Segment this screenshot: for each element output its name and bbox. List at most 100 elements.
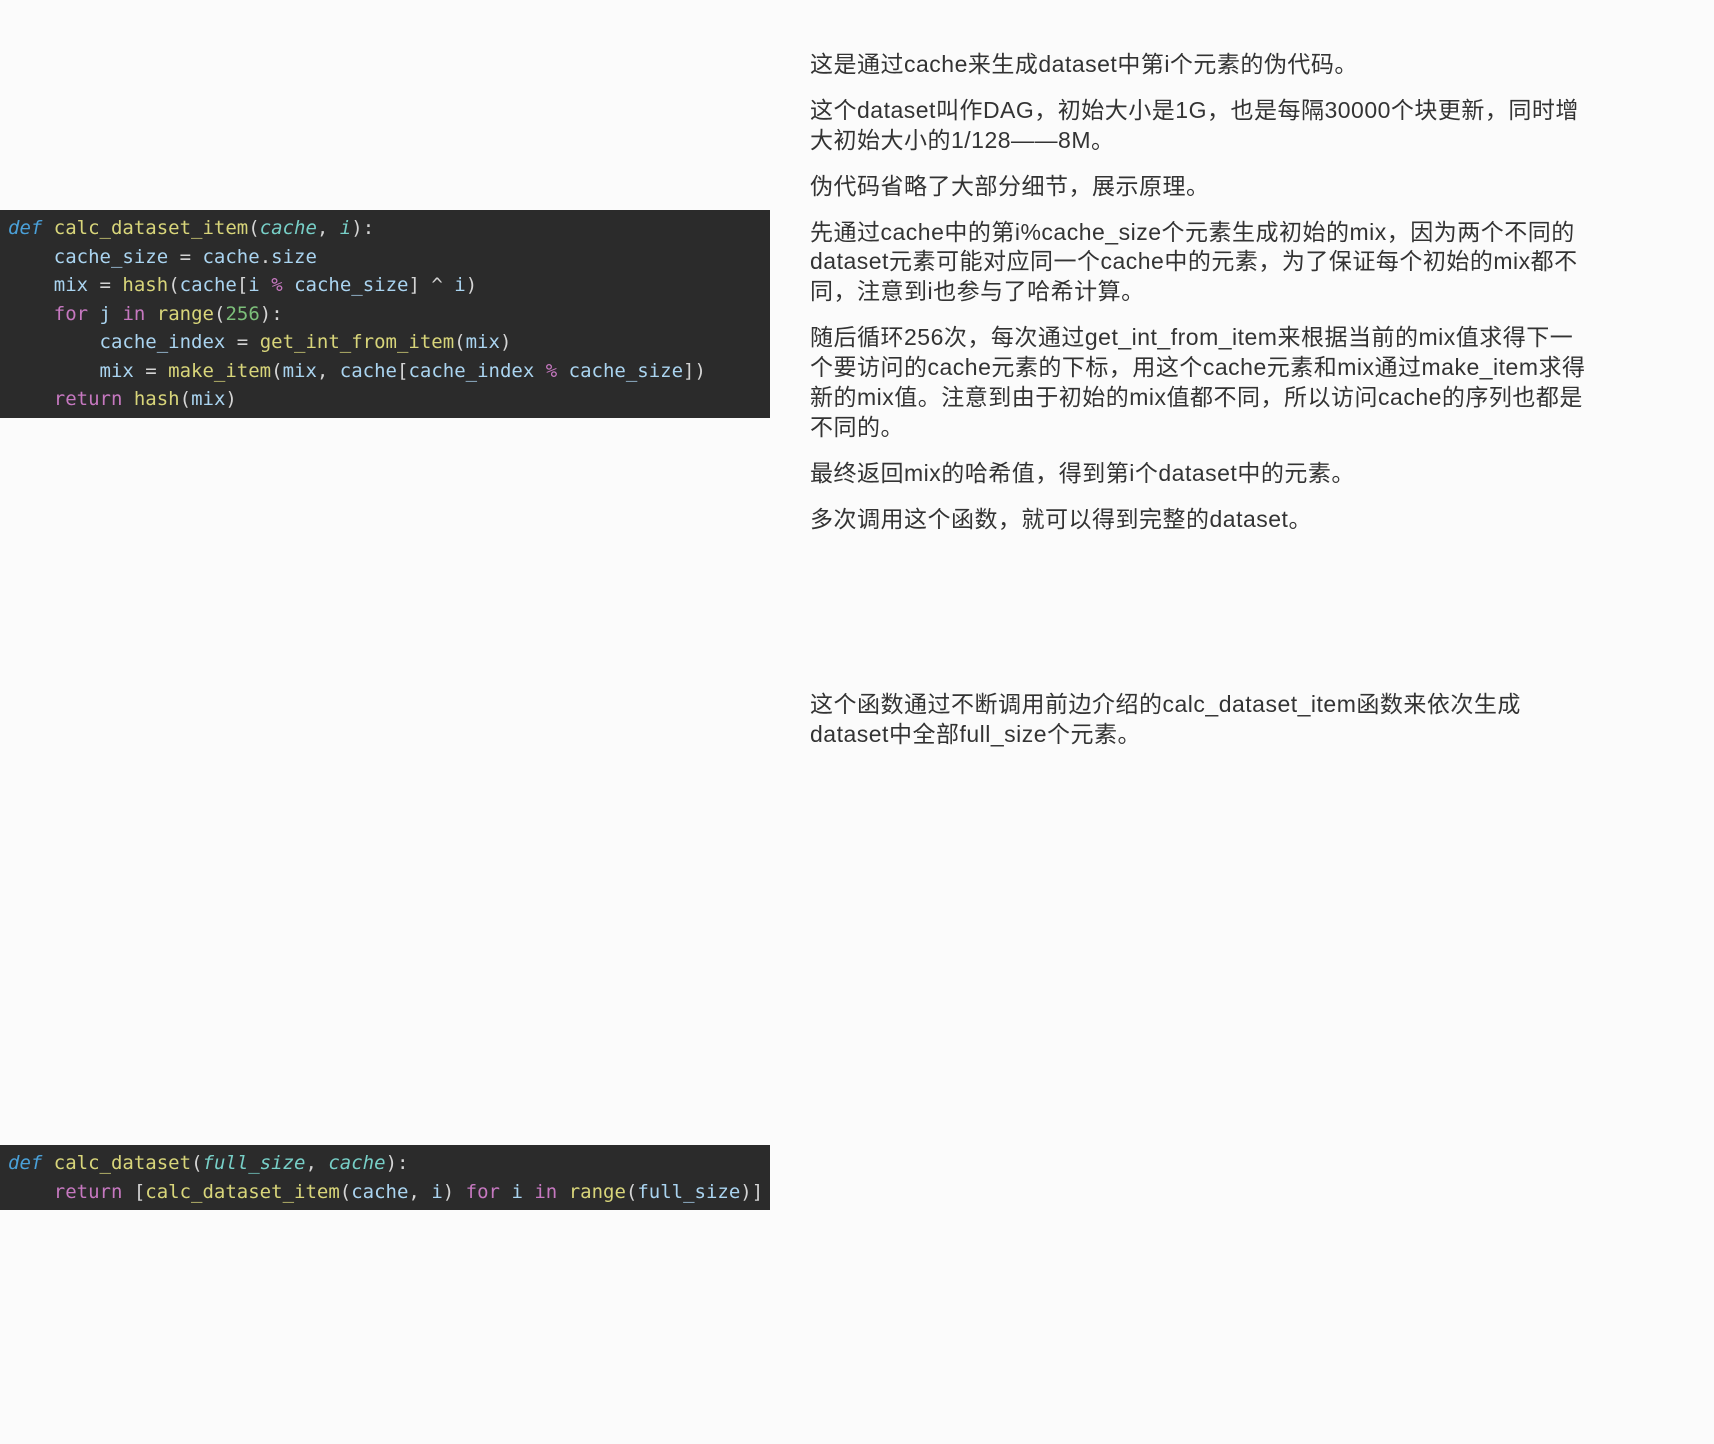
code-token: ) xyxy=(443,1181,466,1203)
code-token: for xyxy=(466,1181,500,1203)
code-token: . xyxy=(260,246,271,268)
code-token: ( xyxy=(191,1152,202,1174)
code-token xyxy=(88,303,99,325)
section-calc-dataset-item: def calc_dataset_item(cache, i): cache_s… xyxy=(0,0,1714,640)
code-token: , xyxy=(317,217,340,239)
code-token: ): xyxy=(351,217,374,239)
code-token: range xyxy=(569,1181,626,1203)
code-token: cache_size xyxy=(294,274,408,296)
code-token xyxy=(122,388,133,410)
code-token: cache xyxy=(351,1181,408,1203)
code-token: make_item xyxy=(168,360,271,382)
code-token xyxy=(260,274,271,296)
code-token: , xyxy=(408,1181,431,1203)
code-token xyxy=(443,274,454,296)
code-token: ( xyxy=(248,217,259,239)
code-token xyxy=(500,1181,511,1203)
code-token: ) xyxy=(500,331,511,353)
code-token: i xyxy=(511,1181,522,1203)
code-token: def xyxy=(8,1152,42,1174)
code-token xyxy=(42,217,53,239)
code-token: i xyxy=(431,1181,442,1203)
code-token: ( xyxy=(340,1181,351,1203)
code-token: return xyxy=(54,388,123,410)
code-token: cache xyxy=(328,1152,385,1174)
code-token: cache xyxy=(180,274,237,296)
code-token: ): xyxy=(260,303,283,325)
code-token xyxy=(145,303,156,325)
explanation-column-1: 这是通过cache来生成dataset中第i个元素的伪代码。这个dataset叫… xyxy=(770,20,1714,581)
code-token xyxy=(42,1152,53,1174)
code-token xyxy=(557,360,568,382)
code-token: cache xyxy=(202,246,259,268)
code-token: ] xyxy=(409,274,432,296)
code-token xyxy=(8,388,54,410)
code-token: = xyxy=(225,331,259,353)
code-token: [ xyxy=(122,1181,145,1203)
code-token xyxy=(8,303,54,325)
code-block-calc-dataset: def calc_dataset(full_size, cache): retu… xyxy=(0,1145,770,1210)
code-token: ^ xyxy=(431,274,442,296)
code-token xyxy=(8,274,54,296)
code-token: , xyxy=(317,360,340,382)
code-token: get_int_from_item xyxy=(260,331,454,353)
code-token xyxy=(8,331,100,353)
code-token: hash xyxy=(122,274,168,296)
code-token xyxy=(111,303,122,325)
code-block-calc-dataset-item: def calc_dataset_item(cache, i): cache_s… xyxy=(0,210,770,418)
explanation-paragraph: 伪代码省略了大部分细节，展示原理。 xyxy=(810,172,1594,202)
code-token xyxy=(557,1181,568,1203)
code-column: def calc_dataset(full_size, cache): retu… xyxy=(0,660,770,1210)
code-token: ( xyxy=(454,331,465,353)
code-token: ]) xyxy=(683,360,706,382)
code-token: ( xyxy=(271,360,282,382)
explanation-paragraph: 这是通过cache来生成dataset中第i个元素的伪代码。 xyxy=(810,50,1594,80)
code-token: cache_index xyxy=(100,331,226,353)
code-token: i xyxy=(248,274,259,296)
explanation-paragraph: 多次调用这个函数，就可以得到完整的dataset。 xyxy=(810,505,1594,535)
code-token: cache_size xyxy=(54,246,168,268)
explanation-paragraph: 最终返回mix的哈希值，得到第i个dataset中的元素。 xyxy=(810,459,1594,489)
code-token: in xyxy=(534,1181,557,1203)
code-token: mix xyxy=(466,331,500,353)
code-token: ( xyxy=(168,274,179,296)
code-token: calc_dataset_item xyxy=(54,217,248,239)
code-token: range xyxy=(157,303,214,325)
code-token: calc_dataset xyxy=(54,1152,191,1174)
code-token: cache xyxy=(260,217,317,239)
code-token: cache_size xyxy=(569,360,683,382)
code-token xyxy=(523,1181,534,1203)
code-token: cache_index xyxy=(408,360,534,382)
code-token: 256 xyxy=(225,303,259,325)
code-token: i xyxy=(340,217,351,239)
code-token: % xyxy=(271,274,282,296)
explanation-paragraph: 这个dataset叫作DAG，初始大小是1G，也是每隔30000个块更新，同时增… xyxy=(810,96,1594,156)
code-token: mix xyxy=(100,360,134,382)
code-token: cache xyxy=(340,360,397,382)
code-token: ( xyxy=(180,388,191,410)
code-token xyxy=(8,360,100,382)
code-token: [ xyxy=(237,274,248,296)
code-token: % xyxy=(546,360,557,382)
code-token xyxy=(8,1181,54,1203)
code-token: = xyxy=(88,274,122,296)
code-token: i xyxy=(454,274,465,296)
code-token: ): xyxy=(386,1152,409,1174)
code-token: return xyxy=(54,1181,123,1203)
code-token: mix xyxy=(191,388,225,410)
code-token: calc_dataset_item xyxy=(145,1181,339,1203)
code-token: full_size xyxy=(203,1152,306,1174)
code-token: in xyxy=(122,303,145,325)
code-token: mix xyxy=(54,274,88,296)
explanation-paragraph: 先通过cache中的第i%cache_size个元素生成初始的mix，因为两个不… xyxy=(810,218,1594,308)
code-token: , xyxy=(305,1152,328,1174)
code-token: )] xyxy=(740,1181,763,1203)
code-token: size xyxy=(271,246,317,268)
code-token: for xyxy=(54,303,88,325)
code-token: def xyxy=(8,217,42,239)
code-token: ) xyxy=(466,274,477,296)
explanation-paragraph: 随后循环256次，每次通过get_int_from_item来根据当前的mix值… xyxy=(810,323,1594,443)
code-token xyxy=(534,360,545,382)
code-token: ( xyxy=(214,303,225,325)
section-calc-dataset: def calc_dataset(full_size, cache): retu… xyxy=(0,640,1714,1280)
